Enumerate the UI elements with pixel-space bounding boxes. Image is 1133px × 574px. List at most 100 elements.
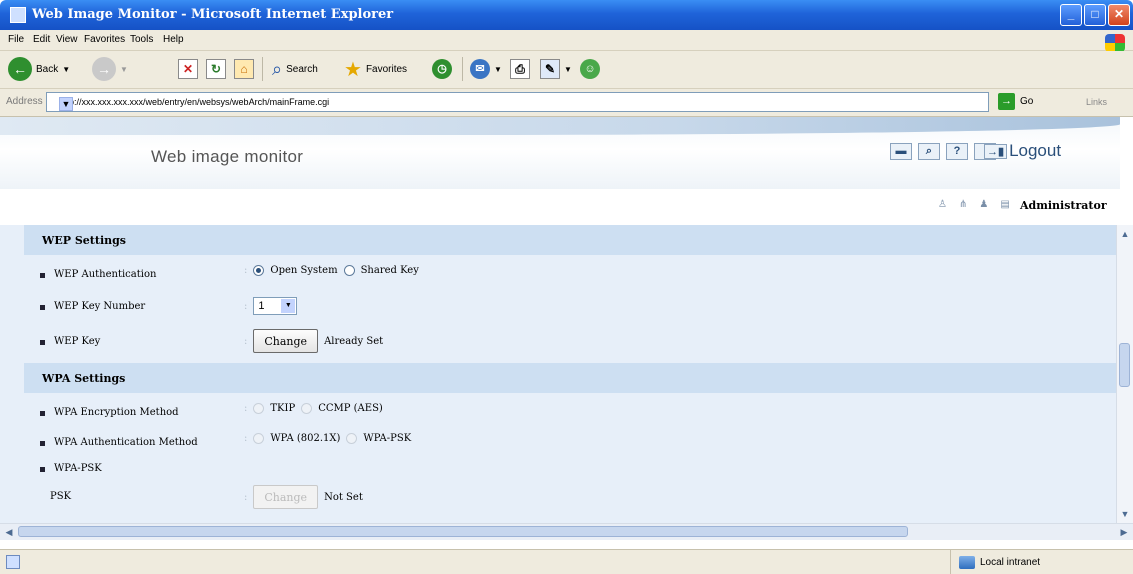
user-name: Administrator (1020, 199, 1107, 212)
forward-button[interactable]: → ▼ (92, 56, 128, 82)
history-button[interactable]: ◷ (432, 56, 452, 82)
radio-open-system[interactable] (253, 265, 265, 276)
windows-logo-icon (1105, 34, 1125, 52)
print-icon: ⎙ (510, 59, 530, 79)
chevron-down-icon[interactable]: ▼ (59, 97, 73, 111)
document-icon: ▤ (1000, 199, 1010, 210)
status-bar: Local intranet (0, 549, 1133, 574)
address-bar: Address http://xxx.xxx.xxx.xxx/web/entry… (0, 89, 1133, 117)
network-icon: ⋔ (958, 199, 968, 210)
radio-shared-key[interactable] (343, 265, 355, 276)
psk-label: PSK (50, 491, 72, 502)
go-label: Go (1020, 96, 1034, 107)
mail-icon: ✉ (470, 59, 490, 79)
logout-label: Logout (1009, 141, 1062, 160)
wpa-auth-label: WPA Authentication Method (54, 437, 198, 448)
vertical-scrollbar[interactable]: ▲ ▼ (1116, 225, 1133, 523)
checkbox-wpa-psk[interactable] (346, 433, 358, 444)
keyboard-icon[interactable]: ▬ (890, 143, 912, 160)
menu-help[interactable]: Help (163, 34, 184, 45)
home-icon: ⌂ (234, 59, 254, 79)
checkbox-ccmp[interactable] (301, 403, 313, 414)
psk-change-button[interactable]: Change (253, 485, 319, 509)
wpa-psk-section-label: WPA-PSK (54, 463, 102, 474)
messenger-button[interactable]: ☺ (580, 56, 600, 82)
title-bar: Web Image Monitor - Microsoft Internet E… (0, 0, 1133, 30)
checkbox-wpa-8021x[interactable] (253, 433, 265, 444)
wpa-8021x-label: WPA (802.1X) (270, 433, 341, 444)
wpa-enc-options: : TKIP CCMP (AES) (244, 403, 383, 414)
shared-key-label: Shared Key (360, 265, 419, 276)
favorites-button[interactable]: ★ Favorites (344, 56, 407, 82)
refresh-icon: ↻ (206, 59, 226, 79)
search-icon: ⌕ (272, 58, 283, 79)
brand-title: Web image monitor (151, 147, 304, 166)
scroll-down-icon[interactable]: ▼ (1118, 507, 1132, 521)
logout-button[interactable]: →▮ Logout (984, 141, 1061, 161)
wep-key-change-button[interactable]: Change (253, 329, 319, 353)
go-button[interactable]: → Go (998, 93, 1033, 110)
refresh-button[interactable]: ↻ (206, 56, 226, 82)
edit-icon: ✎ (540, 59, 560, 79)
back-button[interactable]: ← Back ▼ (8, 56, 70, 82)
wpa-psk-label: WPA-PSK (363, 433, 412, 444)
user-icon: ♙ (938, 199, 947, 210)
wep-section-title: WEP Settings (42, 234, 127, 247)
help-icon[interactable]: ? (946, 143, 968, 160)
page-content: Web image monitor ▬ ⌕ ? i →▮ Logout ♙ ⋔ … (0, 117, 1133, 549)
stop-icon: ✕ (178, 59, 198, 79)
maximize-button[interactable]: □ (1084, 4, 1106, 26)
scroll-up-icon[interactable]: ▲ (1118, 227, 1132, 241)
security-zone: Local intranet (950, 550, 1133, 574)
vertical-scroll-thumb[interactable] (1119, 343, 1130, 387)
chevron-down-icon: ▼ (281, 299, 296, 313)
history-icon: ◷ (432, 59, 452, 79)
horizontal-scrollbar[interactable]: ◀ ▶ (0, 523, 1133, 540)
search-button[interactable]: ⌕ Search (272, 56, 318, 82)
menu-file[interactable]: File (8, 34, 24, 45)
wep-key-number-select[interactable]: 1 ▼ (253, 297, 298, 315)
scroll-left-icon[interactable]: ◀ (2, 525, 16, 539)
mail-button[interactable]: ✉ ▼ (470, 56, 502, 82)
wpa-section-header: WPA Settings (24, 363, 1116, 393)
menu-view[interactable]: View (56, 34, 78, 45)
wep-keynum-label: WEP Key Number (54, 301, 146, 312)
ie-window: Web Image Monitor - Microsoft Internet E… (0, 0, 1133, 574)
wep-key-status: Already Set (324, 335, 384, 347)
toolbar: ← Back ▼ → ▼ ✕ ↻ ⌂ ⌕ Search ★ Favorites … (0, 51, 1133, 89)
checkbox-tkip[interactable] (253, 403, 265, 414)
address-input[interactable]: http://xxx.xxx.xxx.xxx/web/entry/en/webs… (46, 92, 989, 112)
go-arrow-icon: → (998, 93, 1015, 110)
messenger-icon: ☺ (580, 59, 600, 79)
wep-auth-options: : Open System Shared Key (244, 265, 419, 276)
menu-edit[interactable]: Edit (33, 34, 50, 45)
zone-label: Local intranet (980, 557, 1041, 568)
wpa-section-title: WPA Settings (42, 372, 126, 385)
favorites-label: Favorites (365, 63, 408, 75)
person-icon: ♟ (979, 199, 989, 210)
links-button[interactable]: Links (1086, 97, 1107, 107)
page-icon (6, 555, 20, 569)
back-arrow-icon: ← (8, 57, 32, 81)
close-button[interactable]: ✕ (1108, 4, 1130, 26)
scroll-right-icon[interactable]: ▶ (1117, 525, 1131, 539)
wep-key-field: : Change Already Set (244, 329, 383, 353)
home-button[interactable]: ⌂ (234, 56, 254, 82)
wep-key-number-value: 1 (258, 300, 265, 312)
horizontal-scroll-thumb[interactable] (18, 526, 908, 537)
menu-tools[interactable]: Tools (130, 34, 153, 45)
header-swoosh (0, 117, 1120, 135)
menu-favorites[interactable]: Favorites (84, 34, 125, 45)
tkip-label: TKIP (270, 403, 296, 414)
menu-bar: File Edit View Favorites Tools Help (0, 30, 1133, 52)
address-label: Address (6, 96, 43, 107)
search-label: Search (286, 63, 318, 75)
print-button[interactable]: ⎙ (510, 56, 530, 82)
stop-button[interactable]: ✕ (178, 56, 198, 82)
minimize-button[interactable]: _ (1060, 4, 1082, 26)
search-icon[interactable]: ⌕ (918, 143, 940, 160)
ccmp-label: CCMP (AES) (318, 403, 383, 414)
edit-button[interactable]: ✎ ▼ (540, 56, 572, 82)
star-icon: ★ (344, 58, 362, 81)
psk-status: Not Set (324, 491, 363, 503)
